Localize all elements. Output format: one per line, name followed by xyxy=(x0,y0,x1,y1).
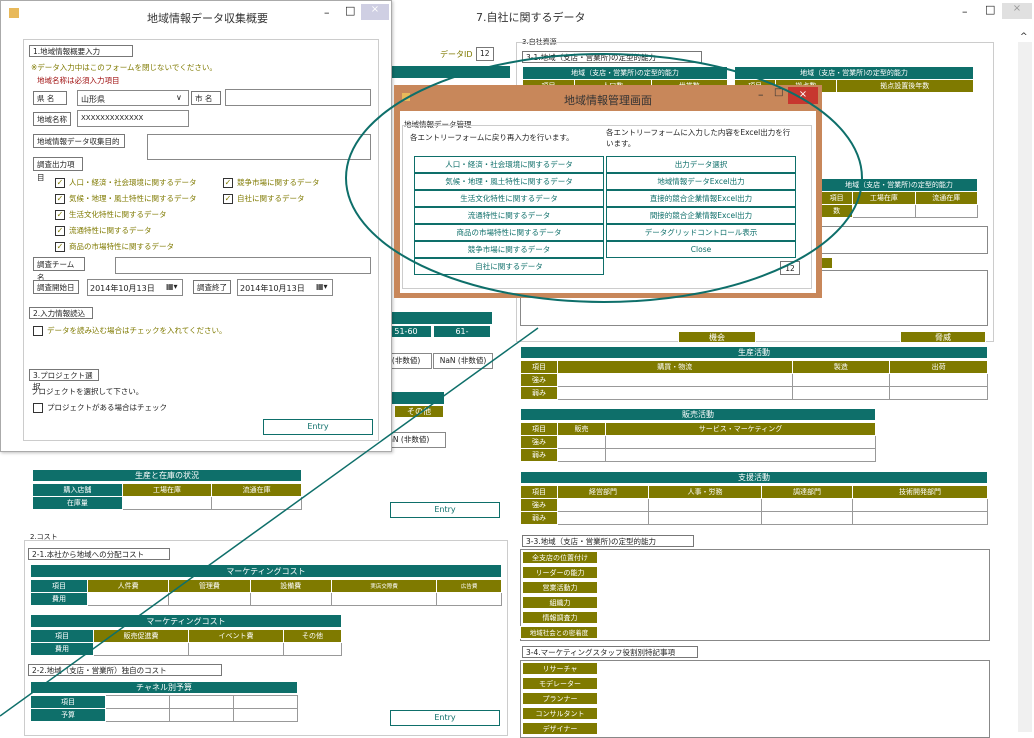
highlight-ellipse xyxy=(345,53,863,303)
pointer-line xyxy=(0,327,539,717)
annotation-overlay xyxy=(0,53,863,717)
